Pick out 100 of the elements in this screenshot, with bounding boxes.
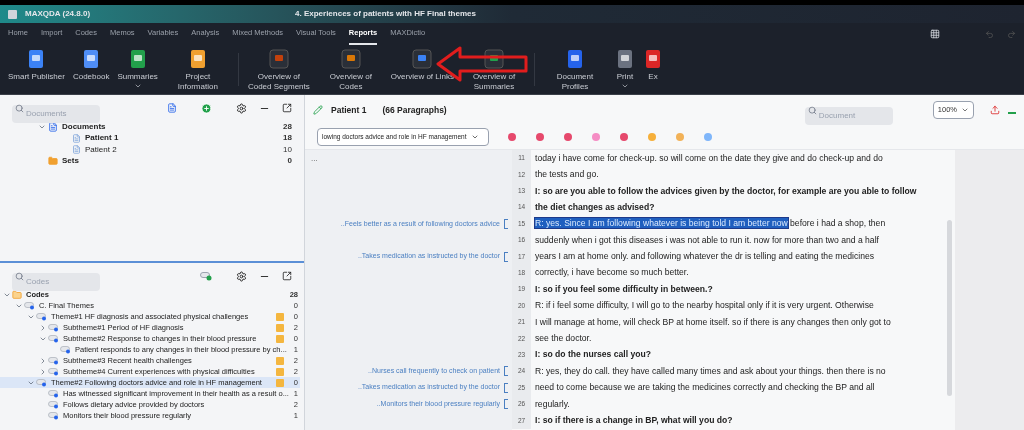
transcript-line: I: so are you able to follow the advices given by the doctor, for example are you able to follow [534,184,917,198]
export-icon[interactable] [990,105,1000,115]
document-title: Patient 1 [331,103,367,117]
count-label: 18 [282,132,292,145]
memo-icon[interactable] [276,312,284,321]
coding-tool-icon[interactable] [619,132,629,142]
memo-icon[interactable] [276,334,284,343]
undock-icon[interactable] [282,271,292,281]
transcript-line: R: if i feel some difficulty, I will go to the nearby hospital only if it is very urgent. Otherwise [534,299,874,313]
search-icon [15,103,24,113]
transcript-line: suddenly when i got this diseases i was not able to run it. now for more than two and a half [534,233,879,247]
ribbon-button[interactable]: Print [611,45,639,94]
search-field[interactable]: Document [804,106,893,125]
report-icon [340,49,361,69]
tree-item[interactable]: Patient 1 [85,132,119,145]
expand-icon[interactable] [39,367,47,376]
app-logo-icon [8,9,17,19]
transcript-line: today i have come for check-up. so will come on the date they give and do check-up and do [534,151,883,165]
transcript-line: regularly. [534,397,570,411]
search-field[interactable]: Documents [12,104,100,123]
document-icon [72,133,81,143]
code-icon [48,334,59,343]
transcript-line: the tests and go. [534,168,599,182]
coding-tool-icon[interactable] [535,132,545,142]
code-icon [24,301,35,310]
redo-icon[interactable] [1007,29,1016,39]
tree-item[interactable]: Patient 2 [85,143,117,156]
settings-icon[interactable] [236,102,247,114]
code-icon [48,389,59,398]
transcript-line: I will manage at home, will check BP at home itself. so if there is any changes then only got to [534,315,891,329]
tree-item[interactable]: Documents [62,120,106,133]
expand-icon[interactable] [39,356,47,365]
count-label: 28 [282,120,292,133]
ribbon-button[interactable]: Codebook [68,45,114,94]
report-icon [412,49,433,69]
ribbon-button[interactable]: Overview of Codes [314,45,387,94]
ribbon-button[interactable]: Overview of Summaries [458,45,530,94]
count-label: 10 [282,143,292,156]
transcript-line: I: so if there is a change in BP, what will you do? [534,414,733,427]
paragraph-count: (66 Paragraphs) [382,103,447,117]
code-bracket-icon [504,218,508,229]
caret-icon [621,82,629,90]
count-label: 0 [286,155,292,168]
transcript-line: correctly, i have become so much better. [534,266,689,280]
coding-tool-icon[interactable] [675,132,685,142]
documents-icon [48,121,58,132]
code-icon [48,356,59,365]
grid-icon[interactable] [930,29,940,39]
code-icon [60,345,71,354]
report-icon [565,49,585,69]
caret-icon [133,82,142,90]
memo-icon[interactable] [276,323,284,332]
document-icon[interactable] [167,103,177,113]
undo-icon[interactable] [985,29,994,39]
code-icon [48,323,59,332]
search-icon [807,105,817,115]
transcript-line: the diet changes as advised? [534,200,655,214]
transcript-line: I: so do the nurses call you? [534,348,652,362]
transcript-line: I: so if you feel some difficulty in between.? [534,282,713,296]
report-icon [268,49,289,69]
tree-item[interactable]: Sets [62,155,79,168]
ribbon-button[interactable]: Smart Publisher [4,45,69,94]
coding-tool-icon[interactable] [507,132,517,142]
transcript-line: R: yes. Since I am following whatever is being told I am better now before i had a shop, then [534,217,886,231]
undock-icon[interactable] [282,103,292,113]
report-icon [615,49,635,69]
code-icon[interactable] [200,271,212,281]
code-icon [48,367,59,376]
settings-icon[interactable] [236,270,247,282]
caret-icon [470,133,479,141]
codes-folder-icon [12,289,22,300]
search-icon [15,271,24,281]
ribbon-button[interactable]: Overview of Coded Segments [242,45,315,94]
code-bracket-icon [504,399,508,410]
ribbon-button[interactable]: Project Information [161,45,234,94]
add-icon[interactable] [201,102,212,114]
ribbon-button[interactable]: Ex [639,45,667,94]
transcript-line: years I am at home only. and following whatever the dr is telling and eating the medicines [534,250,874,263]
ribbon-button[interactable]: Summaries [113,45,162,94]
folder-icon [48,156,58,167]
transcript-line: R: yes, they do call. they have called many times and ask about your things. then there is no [534,364,886,378]
search-field[interactable]: Codes [12,272,100,291]
coding-tool-icon[interactable] [647,132,657,142]
margin-menu[interactable]: ... [311,153,318,165]
document-icon [72,145,81,155]
coding-tool-icon[interactable] [563,132,573,142]
expand-icon[interactable] [39,323,47,332]
memo-icon[interactable] [276,356,284,365]
ribbon-button[interactable]: Overview of Links [386,45,458,94]
code-icon [48,411,59,420]
code-icon [36,312,47,321]
ribbon-button[interactable]: Document Profiles [539,45,611,94]
edit-icon [313,105,323,115]
caret-icon [961,106,969,114]
coding-tool-icon[interactable] [591,132,601,142]
code-bracket-icon [504,251,508,262]
transcript-line: see the doctor. [534,332,592,345]
memo-icon[interactable] [276,367,284,376]
coding-tool-icon[interactable] [703,132,713,142]
scrollbar[interactable] [947,220,952,396]
